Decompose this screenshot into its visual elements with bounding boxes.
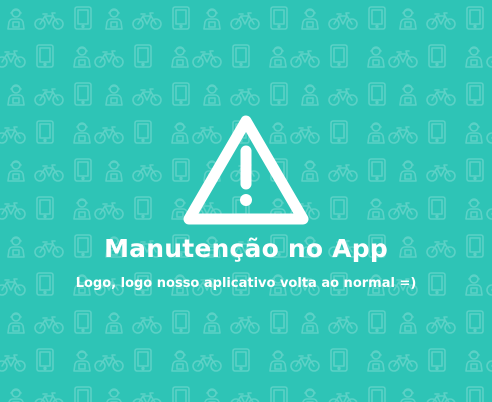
page-title: Manutenção no App <box>104 234 388 263</box>
maintenance-message: Manutenção no App Logo, logo nosso aplic… <box>0 0 492 402</box>
maintenance-screen: Manutenção no App Logo, logo nosso aplic… <box>0 0 492 402</box>
warning-triangle-icon <box>183 115 309 225</box>
maintenance-subtitle: Logo, logo nosso aplicativo volta ao nor… <box>75 276 417 291</box>
